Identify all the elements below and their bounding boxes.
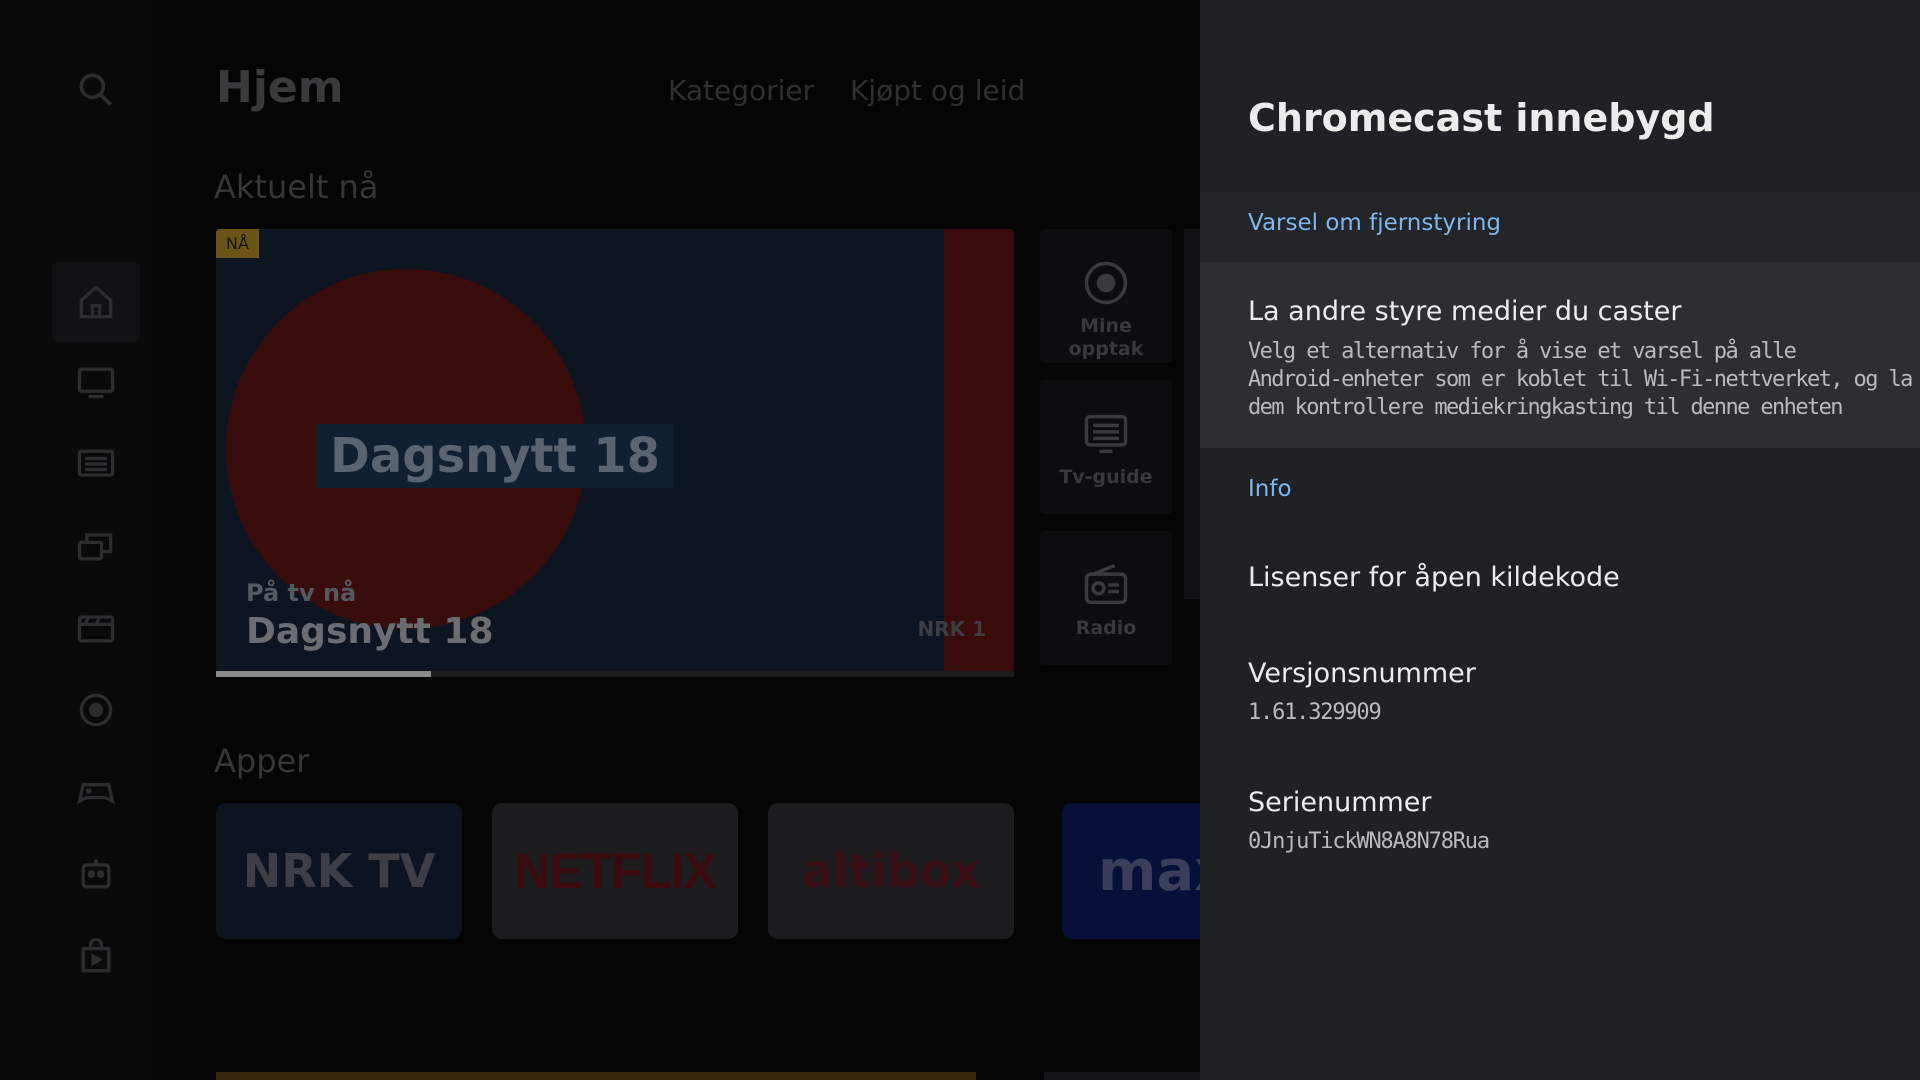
feature-subtitle: På tv nå bbox=[246, 579, 357, 607]
tile-mine-opptak[interactable]: Mine opptak bbox=[1040, 229, 1172, 363]
setting-description-line: Velg et alternativ for å vise et varsel … bbox=[1248, 339, 1797, 364]
store-icon[interactable] bbox=[74, 934, 118, 978]
library-icon[interactable] bbox=[74, 524, 118, 568]
page-title: Hjem bbox=[216, 62, 344, 113]
next-row-preview bbox=[216, 1072, 976, 1080]
section-title-info: Info bbox=[1248, 476, 1292, 502]
feature-artwork-bar bbox=[944, 229, 1014, 672]
app-tile-nrk-tv[interactable]: NRK TV bbox=[216, 803, 462, 939]
tv-icon[interactable] bbox=[74, 360, 118, 404]
setting-serial-value: 0JnjuTickWN8A8N78Rua bbox=[1248, 829, 1490, 854]
recordings-icon[interactable] bbox=[74, 688, 118, 732]
guide-icon[interactable] bbox=[74, 442, 118, 486]
setting-title: La andre styre medier du caster bbox=[1248, 296, 1682, 327]
feature-progress-bar bbox=[216, 671, 1014, 677]
tab-kategorier[interactable]: Kategorier bbox=[668, 74, 814, 107]
app-tile-altibox[interactable]: altibox bbox=[768, 803, 1014, 939]
games-icon[interactable] bbox=[74, 770, 118, 814]
radio-icon bbox=[1080, 559, 1132, 611]
settings-panel: Chromecast innebygd Varsel om fjernstyri… bbox=[1200, 0, 1920, 1080]
setting-description-line: Android-enheter som er koblet til Wi-Fi-… bbox=[1248, 367, 1913, 392]
setting-version-value: 1.61.329909 bbox=[1248, 700, 1382, 725]
feature-progress-fill bbox=[216, 671, 432, 677]
live-badge: NÅ bbox=[216, 229, 259, 258]
app-label: NETFLIX bbox=[514, 843, 716, 899]
side-rail bbox=[0, 0, 152, 1080]
kids-icon[interactable] bbox=[74, 852, 118, 896]
setting-version-label: Versjonsnummer bbox=[1248, 658, 1476, 689]
app-label: max bbox=[1098, 838, 1200, 904]
setting-open-source-licenses[interactable]: Lisenser for åpen kildekode bbox=[1248, 562, 1620, 593]
tile-label: Tv-guide bbox=[1059, 466, 1153, 488]
section-heading-apps: Apper bbox=[214, 742, 310, 780]
next-row-preview bbox=[1044, 1072, 1200, 1080]
section-heading-current: Aktuelt nå bbox=[214, 168, 379, 206]
setting-cast-control[interactable]: La andre styre medier du caster Velg et … bbox=[1200, 262, 1920, 448]
panel-title: Chromecast innebygd bbox=[1248, 96, 1715, 140]
setting-description-line: dem kontrollere mediekringkasting til de… bbox=[1248, 395, 1844, 420]
feature-title: Dagsnytt 18 bbox=[246, 611, 494, 652]
section-title-remote-notification: Varsel om fjernstyring bbox=[1248, 210, 1502, 236]
home-screen: Hjem Kategorier Kjøpt og leid Aktuelt nå… bbox=[0, 0, 1200, 1080]
tile-tv-guide[interactable]: Tv-guide bbox=[1040, 380, 1172, 514]
recordings-icon bbox=[1080, 257, 1132, 309]
tile-label: Mine opptak bbox=[1068, 315, 1144, 360]
home-icon[interactable] bbox=[74, 280, 118, 324]
tab-kjopt-og-leid[interactable]: Kjøpt og leid bbox=[850, 74, 1025, 107]
movies-icon[interactable] bbox=[74, 606, 118, 650]
app-label: NRK TV bbox=[242, 844, 436, 898]
next-card-edge bbox=[1184, 229, 1200, 599]
tile-radio[interactable]: Radio bbox=[1040, 531, 1172, 665]
channel-logo: NRK 1 bbox=[917, 617, 986, 641]
app-label: altibox bbox=[801, 844, 981, 898]
setting-serial-label: Serienummer bbox=[1248, 787, 1432, 818]
app-tile-max[interactable]: max bbox=[1062, 803, 1200, 939]
featured-program-card[interactable]: Dagsnytt 18 NÅ På tv nå Dagsnytt 18 NRK … bbox=[216, 229, 1014, 672]
app-tile-netflix[interactable]: NETFLIX bbox=[492, 803, 738, 939]
search-icon[interactable] bbox=[74, 68, 118, 112]
tile-label: Radio bbox=[1075, 617, 1137, 639]
tv-guide-icon bbox=[1080, 408, 1132, 460]
feature-overlay-title: Dagsnytt 18 bbox=[316, 424, 675, 488]
